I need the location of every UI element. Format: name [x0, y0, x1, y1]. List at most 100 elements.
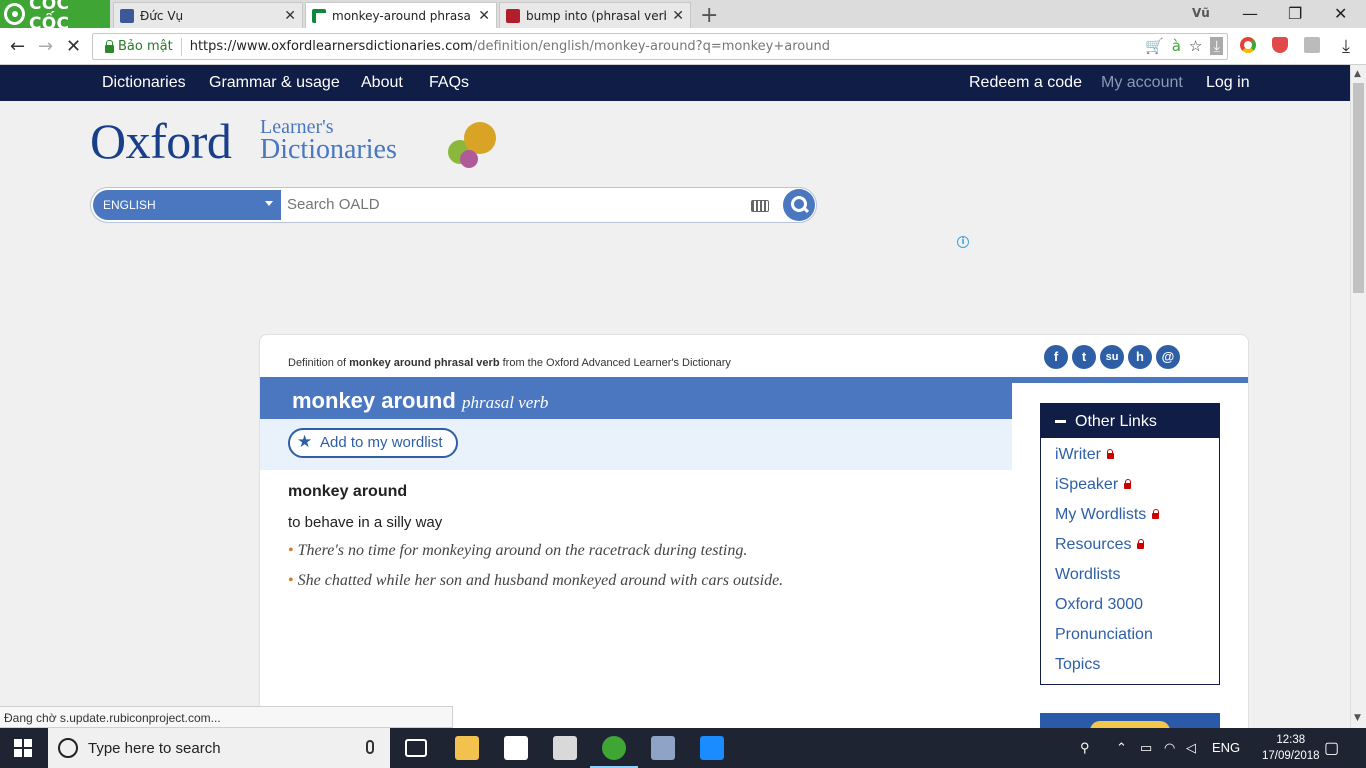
search-input[interactable]: [287, 196, 747, 213]
source-prefix: Definition of: [288, 357, 350, 369]
chrome-extension-icon[interactable]: [1240, 37, 1256, 53]
app-icon[interactable]: [553, 736, 577, 760]
search-button[interactable]: [783, 189, 815, 221]
tab-oxford[interactable]: monkey-around phrasal ve ✕: [305, 2, 497, 28]
sense-headword: monkey around: [288, 483, 408, 500]
headword: monkey around: [292, 388, 456, 413]
link-topics[interactable]: Topics: [1055, 656, 1100, 674]
facebook-share-icon[interactable]: f: [1044, 345, 1068, 369]
store-icon[interactable]: [504, 736, 528, 760]
link-label: Resources: [1055, 536, 1132, 553]
language-select[interactable]: ENGLISH: [93, 190, 281, 220]
nav-redeem-code[interactable]: Redeem a code: [969, 74, 1082, 92]
ad-info-icon[interactable]: i: [957, 236, 969, 248]
new-tab-button[interactable]: +: [700, 3, 718, 28]
omnibox-actions: 🛒 à ☆ ⤓: [1145, 37, 1223, 55]
tab-bump-into[interactable]: bump into (phrasal verb) d ✕: [499, 2, 691, 28]
tab-close-icon[interactable]: ✕: [284, 8, 296, 24]
link-oxford-3000[interactable]: Oxford 3000: [1055, 596, 1143, 614]
hi5-share-icon[interactable]: h: [1128, 345, 1152, 369]
cart-icon[interactable]: 🛒: [1145, 37, 1164, 55]
tab-close-icon[interactable]: ✕: [478, 8, 490, 24]
tab-title: monkey-around phrasal ve: [332, 8, 473, 23]
show-hidden-icon[interactable]: ⌃: [1116, 740, 1127, 756]
language-value: ENGLISH: [103, 198, 156, 212]
book-favicon-icon: [506, 8, 520, 23]
nav-log-in[interactable]: Log in: [1206, 74, 1250, 92]
profile-button[interactable]: Vũ: [1192, 6, 1210, 20]
taskbar-search[interactable]: Type here to search: [48, 728, 390, 768]
microphone-icon[interactable]: [366, 740, 374, 754]
window-close-button[interactable]: ✕: [1334, 4, 1347, 23]
link-pronunciation[interactable]: Pronunciation: [1055, 626, 1153, 644]
input-language[interactable]: ENG: [1212, 740, 1240, 755]
stumbleupon-share-icon[interactable]: su: [1100, 345, 1124, 369]
scroll-down-icon[interactable]: ▼: [1354, 713, 1361, 723]
definition-text: to behave in a silly way: [288, 514, 443, 531]
sync-extension-icon[interactable]: [1304, 37, 1320, 53]
minimize-button[interactable]: —: [1242, 4, 1258, 23]
link-my-wordlists[interactable]: My Wordlists: [1055, 506, 1160, 524]
zalo-icon[interactable]: [700, 736, 724, 760]
link-wordlists[interactable]: Wordlists: [1055, 566, 1121, 584]
link-resources[interactable]: Resources: [1055, 536, 1145, 554]
search-bar: ENGLISH: [90, 187, 817, 223]
tab-close-icon[interactable]: ✕: [672, 8, 684, 24]
email-share-icon[interactable]: @: [1156, 345, 1180, 369]
save-download-icon[interactable]: ⤓: [1210, 37, 1223, 55]
wifi-icon[interactable]: ◠: [1164, 740, 1175, 756]
example-item: • There's no time for monkeying around on…: [288, 542, 747, 560]
scrollbar-thumb[interactable]: [1353, 83, 1364, 293]
forward-button[interactable]: →: [38, 36, 53, 57]
keyboard-icon[interactable]: [751, 200, 769, 212]
coccoc-brand[interactable]: CỐC CỐC: [0, 0, 110, 34]
back-button[interactable]: ←: [10, 36, 25, 57]
nav-faqs[interactable]: FAQs: [429, 74, 469, 92]
nav-about[interactable]: About: [361, 74, 403, 92]
lock-icon: [1106, 449, 1114, 459]
lock-icon: [1152, 509, 1160, 519]
link-label: My Wordlists: [1055, 506, 1147, 523]
coccoc-logo-icon: [4, 3, 25, 25]
nav-my-account[interactable]: My account: [1101, 74, 1183, 92]
coccoc-taskbar-icon[interactable]: [590, 736, 638, 768]
facebook-favicon-icon: [120, 8, 134, 23]
battery-icon[interactable]: ▭: [1140, 740, 1152, 756]
link-ispeaker[interactable]: iSpeaker: [1055, 476, 1132, 494]
page-scrollbar[interactable]: ▲ ▼: [1350, 65, 1366, 728]
link-iwriter[interactable]: iWriter: [1055, 446, 1114, 464]
shield-extension-icon[interactable]: [1272, 37, 1288, 53]
twitter-share-icon[interactable]: t: [1072, 345, 1096, 369]
translate-icon[interactable]: à: [1172, 37, 1181, 55]
scroll-up-icon[interactable]: ▲: [1354, 69, 1361, 79]
add-to-wordlist-button[interactable]: ★ Add to my wordlist: [288, 428, 458, 458]
task-view-icon[interactable]: [405, 739, 427, 757]
other-links-header[interactable]: Other Links: [1041, 404, 1219, 438]
wordlist-label: Add to my wordlist: [320, 434, 443, 451]
part-of-speech: phrasal verb: [462, 393, 549, 412]
taskbar-clock[interactable]: 12:38 17/09/2018: [1262, 732, 1320, 764]
downloads-icon[interactable]: ⤓: [1342, 36, 1350, 57]
url-omnibox[interactable]: Bảo mật https://www.oxfordlearnersdictio…: [92, 33, 1228, 60]
bullet-icon: •: [288, 542, 294, 559]
notification-icon[interactable]: ▢: [1324, 738, 1339, 758]
tab-title: bump into (phrasal verb) d: [526, 8, 666, 23]
bookmark-star-icon[interactable]: ☆: [1189, 37, 1202, 55]
url-path: /definition/english/monkey-around?q=monk…: [472, 39, 830, 54]
restore-button[interactable]: ❐: [1288, 4, 1302, 23]
windows-start-icon[interactable]: [14, 739, 32, 757]
stop-button[interactable]: ✕: [66, 36, 81, 57]
entry-header: monkey around phrasal verb: [260, 383, 1012, 419]
definition-source: Definition of monkey around phrasal verb…: [288, 357, 731, 369]
tab-facebook[interactable]: Đức Vụ ✕: [113, 2, 303, 28]
nav-grammar-usage[interactable]: Grammar & usage: [209, 74, 340, 92]
nav-dictionaries[interactable]: Dictionaries: [102, 74, 186, 92]
logo-oxford: Oxford: [90, 113, 232, 169]
logo-dictionaries: Dictionaries: [260, 134, 397, 165]
people-icon[interactable]: ⚲: [1080, 740, 1090, 756]
browser-status-bar: Đang chờ s.update.rubiconproject.com...: [0, 706, 453, 728]
volume-icon[interactable]: ◁: [1186, 740, 1196, 756]
tool-icon[interactable]: [651, 736, 675, 760]
file-explorer-icon[interactable]: [455, 736, 479, 760]
security-label[interactable]: Bảo mật: [118, 39, 173, 54]
